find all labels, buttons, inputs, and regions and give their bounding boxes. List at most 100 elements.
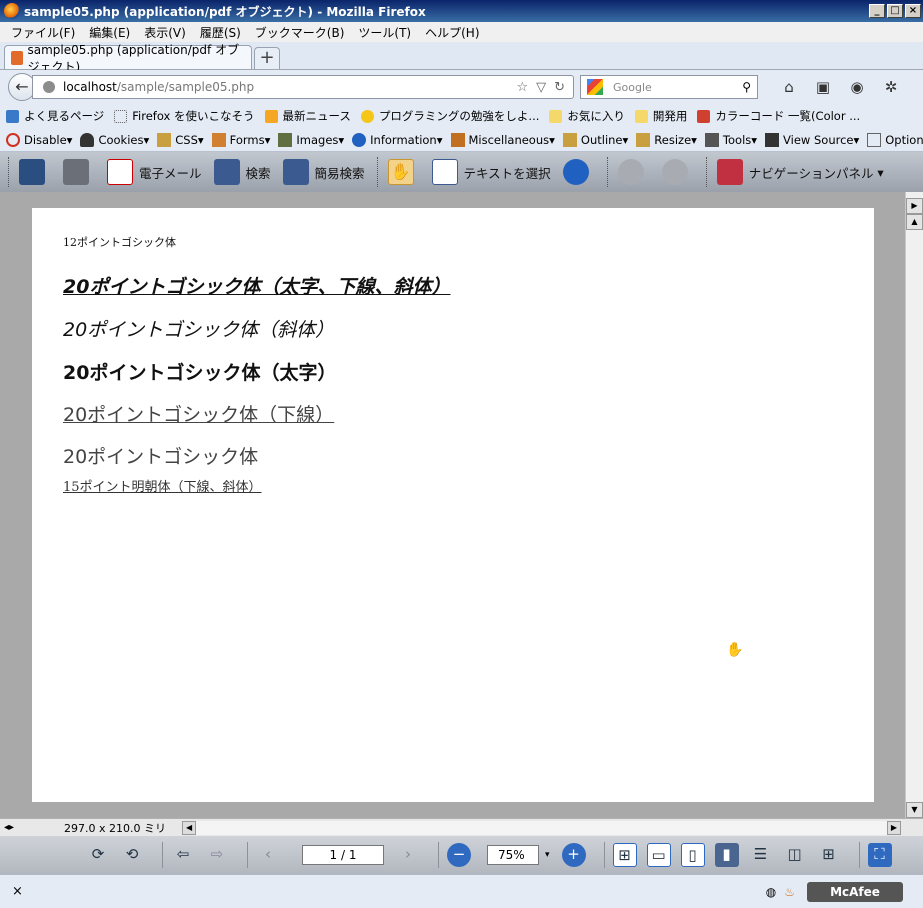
dev-tools-menu[interactable]: Tools▾ bbox=[704, 132, 757, 147]
mcafee-badge[interactable]: McAfee bbox=[807, 881, 903, 902]
go-back-view-icon[interactable]: ⇦ bbox=[171, 843, 195, 867]
url-host: localhost bbox=[63, 80, 117, 94]
snapshot-button[interactable] bbox=[562, 159, 595, 185]
dev-css-menu[interactable]: CSS▾ bbox=[157, 132, 204, 147]
zoom-in-icon[interactable]: + bbox=[561, 843, 586, 867]
vertical-scrollbar[interactable]: ▶ ▲ ▼ bbox=[905, 192, 923, 818]
pdf-viewer[interactable]: 12ポイントゴシック体 20ポイントゴシック体（太字、下線、斜体） 20ポイント… bbox=[0, 192, 905, 818]
redo-icon bbox=[661, 159, 688, 185]
scroll-right-arrow-icon[interactable]: ▶ bbox=[887, 820, 901, 835]
resize-split-icon[interactable]: ◂▸ bbox=[4, 822, 14, 833]
pdf-navigation-bar: ⟳ ⟲ ⇦ ⇨ ‹ 1 / 1 › − 75% ▾ + ⊞ ▭ ▯ ▮ ☰ ◫ … bbox=[0, 836, 923, 874]
toolbar-grip[interactable] bbox=[8, 157, 11, 187]
actual-size-icon[interactable]: ⊞ bbox=[612, 843, 637, 867]
search-box[interactable]: Google ⚲ bbox=[580, 75, 758, 99]
menu-view[interactable]: 表示(V) bbox=[137, 24, 193, 41]
rotate-clockwise-icon[interactable]: ⟳ bbox=[86, 843, 110, 867]
minimize-button[interactable]: _ bbox=[869, 4, 885, 18]
bookmark-firefox-tips[interactable]: Firefox を使いこなそう bbox=[114, 108, 255, 124]
pdf-toolbar: 電子メール 検索 簡易検索 ✋ テキストを選択 ナビゲーションパネル ▾ bbox=[0, 152, 923, 192]
dev-images-menu[interactable]: Images▾ bbox=[278, 132, 344, 147]
bookmark-color-codes[interactable]: カラーコード 一覧(Color ... bbox=[697, 108, 860, 124]
text-cursor-icon bbox=[431, 159, 458, 185]
dev-options-menu[interactable]: Options▾ bbox=[867, 132, 923, 147]
dev-cookies-menu[interactable]: Cookies▾ bbox=[80, 132, 149, 147]
window-icon[interactable]: ▣ bbox=[806, 78, 840, 96]
window-title: sample05.php (application/pdf オブジェクト) - … bbox=[24, 4, 426, 19]
close-window-button[interactable]: × bbox=[905, 4, 921, 18]
menu-tools[interactable]: ツール(T) bbox=[351, 24, 418, 41]
scroll-left-arrow-icon[interactable]: ◀ bbox=[182, 820, 197, 835]
new-tab-button[interactable]: + bbox=[254, 47, 280, 69]
url-bar[interactable]: localhost /sample/sample05.php ☆ ▽ ↻ bbox=[32, 75, 574, 99]
save-button[interactable] bbox=[19, 159, 51, 185]
dev-disable-menu[interactable]: Disable▾ bbox=[6, 132, 72, 147]
single-page-icon[interactable]: ▮ bbox=[714, 843, 739, 867]
close-addon-bar-icon[interactable]: × bbox=[12, 884, 766, 899]
print-button[interactable] bbox=[63, 159, 95, 185]
fit-page-icon[interactable]: ▭ bbox=[646, 843, 671, 867]
dev-outline-menu[interactable]: Outline▾ bbox=[562, 132, 628, 147]
page-number-field[interactable]: 1 / 1 bbox=[302, 845, 384, 865]
zoom-field[interactable]: 75% bbox=[487, 845, 539, 865]
bookmark-most-visited[interactable]: よく見るページ bbox=[6, 108, 104, 124]
quick-search-button[interactable]: 簡易検索 bbox=[282, 159, 365, 185]
dev-resize-menu[interactable]: Resize▾ bbox=[636, 132, 697, 147]
email-button[interactable]: 電子メール bbox=[107, 159, 202, 185]
home-icon[interactable]: ⌂ bbox=[772, 78, 806, 96]
go-forward-view-icon[interactable]: ⇨ bbox=[205, 843, 229, 867]
horizontal-scrollbar[interactable]: ◂▸ 297.0 x 210.0 ミリ ◀ ▶ bbox=[0, 818, 923, 836]
menu-file[interactable]: ファイル(F) bbox=[4, 24, 82, 41]
star-bookmark-icon[interactable]: ☆ bbox=[516, 80, 528, 95]
fit-width-icon[interactable]: ▯ bbox=[680, 843, 705, 867]
menu-bookmarks[interactable]: ブックマーク(B) bbox=[248, 24, 352, 41]
continuous-page-icon[interactable]: ☰ bbox=[749, 843, 773, 867]
zoom-out-icon[interactable]: − bbox=[447, 843, 471, 867]
bookmark-programming[interactable]: プログラミングの勉強をしよ... bbox=[360, 108, 539, 124]
scroll-up-arrow-icon[interactable]: ▲ bbox=[906, 214, 923, 230]
pdf-favicon-icon bbox=[11, 50, 23, 65]
bookmarks-bar: よく見るページ Firefox を使いこなそう 最新ニュース プログラミングの勉… bbox=[0, 104, 923, 128]
horizontal-scroll-track[interactable] bbox=[196, 820, 887, 835]
dev-misc-menu[interactable]: Miscellaneous▾ bbox=[450, 132, 555, 147]
next-page-icon[interactable]: › bbox=[396, 843, 420, 867]
toolbar-grip[interactable] bbox=[606, 157, 610, 187]
maximize-button[interactable]: □ bbox=[887, 4, 903, 18]
toolbar-grip[interactable] bbox=[376, 157, 380, 187]
binoculars-icon bbox=[213, 159, 240, 185]
rotate-right-button[interactable] bbox=[661, 159, 694, 185]
search-button[interactable]: 検索 bbox=[213, 159, 271, 185]
zoom-dropdown-icon[interactable]: ▾ bbox=[545, 850, 550, 860]
screenshot-icon[interactable]: ◉ bbox=[840, 78, 874, 96]
google-engine-icon[interactable] bbox=[587, 79, 603, 95]
tab-sample05[interactable]: sample05.php (application/pdf オブジェクト) bbox=[4, 43, 252, 74]
dev-view-source-menu[interactable]: View Source▾ bbox=[765, 132, 859, 147]
wrench-icon bbox=[704, 132, 719, 147]
history-dropdown-icon[interactable]: ▽ bbox=[536, 80, 546, 95]
ruler-icon bbox=[636, 132, 651, 147]
firefox-logo-icon bbox=[4, 3, 20, 19]
scroll-down-arrow-icon[interactable]: ▼ bbox=[906, 802, 923, 818]
dev-forms-menu[interactable]: Forms▾ bbox=[211, 132, 270, 147]
previous-page-icon[interactable]: ‹ bbox=[256, 843, 280, 867]
menu-help[interactable]: ヘルプ(H) bbox=[418, 24, 486, 41]
bookmark-favorites[interactable]: お気に入り bbox=[549, 108, 625, 124]
two-page-icon[interactable]: ◫ bbox=[783, 843, 807, 867]
dev-information-menu[interactable]: Information▾ bbox=[352, 132, 443, 147]
scroll-right-arrow-icon[interactable]: ▶ bbox=[906, 198, 923, 214]
search-magnifier-icon[interactable]: ⚲ bbox=[742, 80, 751, 94]
menu-history[interactable]: 履歴(S) bbox=[193, 24, 248, 41]
addon-icon[interactable]: ✲ bbox=[874, 78, 908, 96]
select-text-button[interactable]: テキストを選択 bbox=[431, 159, 551, 185]
menu-edit[interactable]: 編集(E) bbox=[82, 24, 137, 41]
rotate-left-button[interactable] bbox=[617, 159, 650, 185]
rotate-counterclockwise-icon[interactable]: ⟲ bbox=[120, 843, 144, 867]
fullscreen-icon[interactable]: ⛶ bbox=[867, 843, 892, 867]
bookmark-latest-news[interactable]: 最新ニュース bbox=[264, 108, 351, 124]
toolbar-grip[interactable] bbox=[705, 157, 709, 187]
continuous-two-page-icon[interactable]: ⊞ bbox=[817, 843, 841, 867]
hand-tool-button[interactable]: ✋ bbox=[387, 159, 420, 185]
reload-icon[interactable]: ↻ bbox=[554, 80, 565, 95]
navigation-panel-button[interactable]: ナビゲーションパネル ▾ bbox=[716, 159, 884, 185]
bookmark-development[interactable]: 開発用 bbox=[634, 108, 687, 124]
